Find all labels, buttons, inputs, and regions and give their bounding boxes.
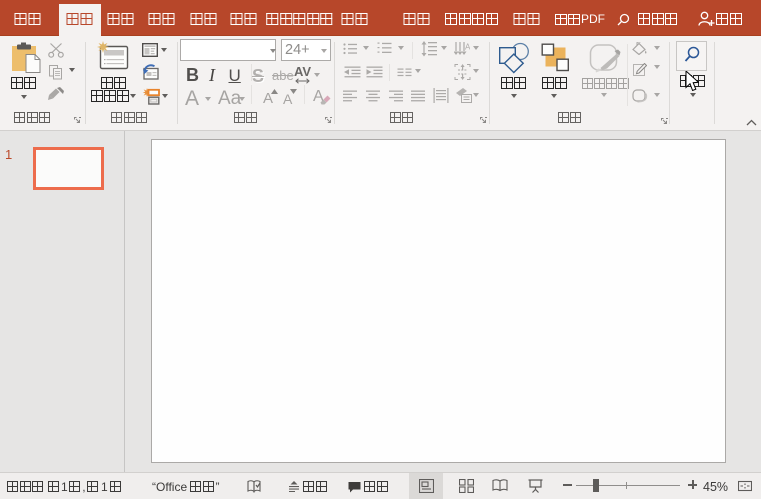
svg-text:A: A (465, 43, 470, 52)
